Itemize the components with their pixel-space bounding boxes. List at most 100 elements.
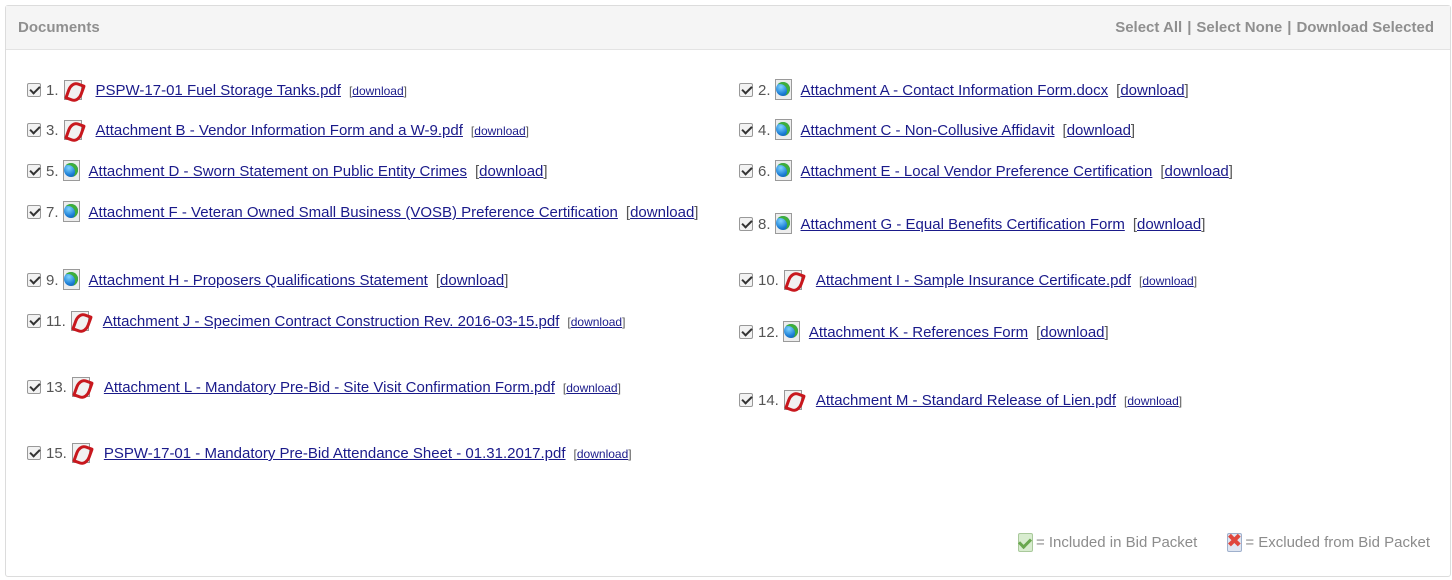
document-item: 7. Attachment F - Veteran Owned Small Bus… — [27, 201, 707, 225]
pdf-icon — [69, 310, 89, 331]
item-number: 15. — [46, 445, 67, 462]
download-link[interactable]: download — [352, 84, 403, 98]
include-checkbox[interactable] — [27, 380, 41, 394]
document-item: 13. Attachment L - Mandatory Pre-Bid - Si… — [27, 376, 707, 400]
item-number: 11. — [46, 313, 66, 330]
include-checkbox[interactable] — [27, 83, 41, 97]
download-link[interactable]: download — [1142, 274, 1193, 288]
include-checkbox[interactable] — [27, 446, 41, 460]
download-link[interactable]: download — [1165, 163, 1229, 180]
document-link[interactable]: Attachment D - Sworn Statement on Public… — [89, 163, 467, 180]
download-wrapper: [download] — [1036, 324, 1109, 341]
document-item: 10. Attachment I - Sample Insurance Certi… — [739, 269, 1429, 293]
legend-included-label: = Included in Bid Packet — [1035, 534, 1198, 551]
separator: | — [1287, 19, 1292, 36]
include-checkbox[interactable] — [739, 123, 753, 137]
download-link[interactable]: download — [479, 163, 543, 180]
document-item: 8. Attachment G - Equal Benefits Certific… — [739, 213, 1429, 237]
document-link[interactable]: Attachment K - References Form — [809, 324, 1028, 341]
include-checkbox[interactable] — [739, 325, 753, 339]
include-checkbox[interactable] — [27, 205, 41, 219]
document-link[interactable]: Attachment H - Proposers Qualifications … — [89, 272, 428, 289]
include-checkbox[interactable] — [739, 83, 753, 97]
legend-excluded: = Excluded from Bid Packet — [1225, 531, 1430, 552]
include-checkbox[interactable] — [739, 273, 753, 287]
document-item: 11. Attachment J - Specimen Contract Cons… — [27, 310, 707, 334]
download-link[interactable]: download — [1120, 82, 1184, 99]
download-link[interactable]: download — [630, 204, 694, 221]
document-link[interactable]: Attachment B - Vendor Information Form a… — [96, 122, 463, 139]
item-number: 5. — [46, 163, 59, 180]
download-link[interactable]: download — [440, 272, 504, 289]
web-document-icon — [60, 160, 80, 181]
include-checkbox[interactable] — [739, 393, 753, 407]
document-link[interactable]: Attachment C - Non-Collusive Affidavit — [801, 122, 1055, 139]
include-checkbox[interactable] — [27, 123, 41, 137]
include-checkbox[interactable] — [739, 217, 753, 231]
download-wrapper: [download] — [562, 381, 621, 395]
web-document-icon — [772, 119, 792, 140]
document-item: 2. Attachment A - Contact Information For… — [739, 79, 1429, 103]
document-link[interactable]: Attachment L - Mandatory Pre-Bid - Site … — [104, 379, 555, 396]
document-item: 9. Attachment H - Proposers Qualification… — [27, 269, 707, 293]
pdf-icon — [70, 376, 90, 397]
web-document-icon — [772, 160, 792, 181]
pdf-icon — [782, 269, 802, 290]
document-item: 15. PSPW-17-01 - Mandatory Pre-Bid Attend… — [27, 442, 707, 466]
download-link[interactable]: download — [566, 381, 617, 395]
download-link[interactable]: download — [1127, 394, 1178, 408]
panel-title: Documents — [18, 19, 100, 36]
document-link[interactable]: Attachment A - Contact Information Form.… — [801, 82, 1109, 99]
download-link[interactable]: download — [1137, 216, 1201, 233]
document-item: 5. Attachment D - Sworn Statement on Publ… — [27, 160, 707, 184]
download-selected-link[interactable]: Download Selected — [1296, 19, 1434, 36]
legend: = Included in Bid Packet = Excluded from… — [1016, 531, 1430, 552]
document-link[interactable]: Attachment E - Local Vendor Preference C… — [801, 163, 1153, 180]
download-link[interactable]: download — [577, 447, 628, 461]
document-item: 4. Attachment C - Non-Collusive Affidavit… — [739, 119, 1429, 143]
download-link[interactable]: download — [571, 315, 622, 329]
document-item: 6. Attachment E - Local Vendor Preference… — [739, 160, 1429, 184]
select-all-link[interactable]: Select All — [1115, 19, 1182, 36]
item-number: 7. — [46, 204, 59, 221]
select-none-link[interactable]: Select None — [1196, 19, 1282, 36]
item-number: 3. — [46, 122, 59, 139]
download-wrapper: [download] — [1139, 274, 1198, 288]
download-wrapper: [download] — [470, 124, 529, 138]
document-item: 12. Attachment K - References Form [downlo… — [739, 321, 1429, 345]
item-number: 13. — [46, 379, 67, 396]
web-document-icon — [780, 321, 800, 342]
pdf-icon — [62, 119, 82, 140]
download-wrapper: [download] — [567, 315, 626, 329]
item-number: 8. — [758, 216, 771, 233]
item-number: 1. — [46, 82, 59, 99]
download-wrapper: [download] — [625, 204, 699, 221]
include-checkbox[interactable] — [27, 164, 41, 178]
document-item: 3. Attachment B - Vendor Information Form… — [27, 119, 707, 143]
document-link[interactable]: Attachment I - Sample Insurance Certific… — [816, 272, 1131, 289]
document-link[interactable]: PSPW-17-01 - Mandatory Pre-Bid Attendanc… — [104, 445, 566, 462]
include-checkbox[interactable] — [739, 164, 753, 178]
document-link[interactable]: Attachment M - Standard Release of Lien.… — [816, 392, 1116, 409]
download-wrapper: [download] — [1124, 394, 1183, 408]
include-checkbox[interactable] — [27, 273, 41, 287]
download-link[interactable]: download — [1040, 324, 1104, 341]
document-item: 1. PSPW-17-01 Fuel Storage Tanks.pdf [down… — [27, 79, 707, 103]
pdf-icon — [70, 442, 90, 463]
download-wrapper: [download] — [1062, 122, 1136, 139]
item-number: 9. — [46, 272, 59, 289]
download-wrapper: [download] — [1132, 216, 1206, 233]
document-link[interactable]: Attachment J - Specimen Contract Constru… — [103, 313, 560, 330]
document-link[interactable]: Attachment G - Equal Benefits Certificat… — [801, 216, 1125, 233]
pdf-icon — [782, 389, 802, 410]
download-link[interactable]: download — [474, 124, 525, 138]
item-number: 14. — [758, 392, 779, 409]
download-wrapper: [download] — [475, 163, 548, 180]
download-link[interactable]: download — [1067, 122, 1131, 139]
document-link[interactable]: Attachment F - Veteran Owned Small Busin… — [89, 204, 618, 221]
document-link[interactable]: PSPW-17-01 Fuel Storage Tanks.pdf — [96, 82, 341, 99]
legend-included: = Included in Bid Packet — [1016, 533, 1197, 552]
download-wrapper: [download] — [573, 447, 632, 461]
include-checkbox[interactable] — [27, 314, 41, 328]
excluded-x-icon — [1225, 531, 1243, 552]
